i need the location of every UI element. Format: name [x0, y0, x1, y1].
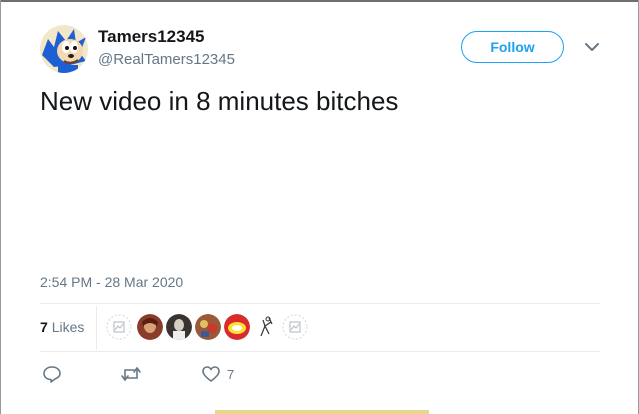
reply-button[interactable] [42, 364, 62, 384]
chevron-down-icon[interactable] [583, 40, 601, 54]
likes-count[interactable]: 7 Likes [40, 319, 84, 335]
liker-avatar-sketch[interactable] [253, 314, 279, 340]
divider-top [40, 303, 600, 304]
reply-icon [42, 364, 62, 384]
liker-avatar-photo[interactable] [166, 314, 192, 340]
user-handle[interactable]: @RealTamers12345 [98, 51, 235, 68]
window-top-border [0, 0, 639, 2]
like-action-count: 7 [227, 366, 235, 382]
heart-icon [201, 364, 221, 384]
retweet-button[interactable] [120, 364, 142, 384]
liker-avatar-default[interactable] [282, 314, 308, 340]
liker-avatar-photo[interactable] [224, 314, 250, 340]
liker-avatar-photo[interactable] [137, 314, 163, 340]
avatar[interactable] [40, 25, 88, 73]
tweet-text: New video in 8 minutes bitches [40, 86, 399, 116]
liker-avatar-default[interactable] [106, 314, 132, 340]
partial-next-content [215, 410, 429, 414]
likes-number: 7 [40, 319, 48, 335]
window-left-border [0, 0, 1, 414]
liker-avatar-photo[interactable] [195, 314, 221, 340]
retweet-icon [120, 364, 142, 384]
tweet-timestamp[interactable]: 2:54 PM - 28 Mar 2020 [40, 274, 183, 290]
like-button[interactable]: 7 [201, 364, 234, 384]
divider-bottom [40, 351, 600, 352]
likes-separator [96, 306, 97, 350]
follow-button[interactable]: Follow [461, 31, 564, 63]
likes-label: Likes [51, 319, 85, 335]
display-name[interactable]: Tamers12345 [98, 27, 205, 47]
